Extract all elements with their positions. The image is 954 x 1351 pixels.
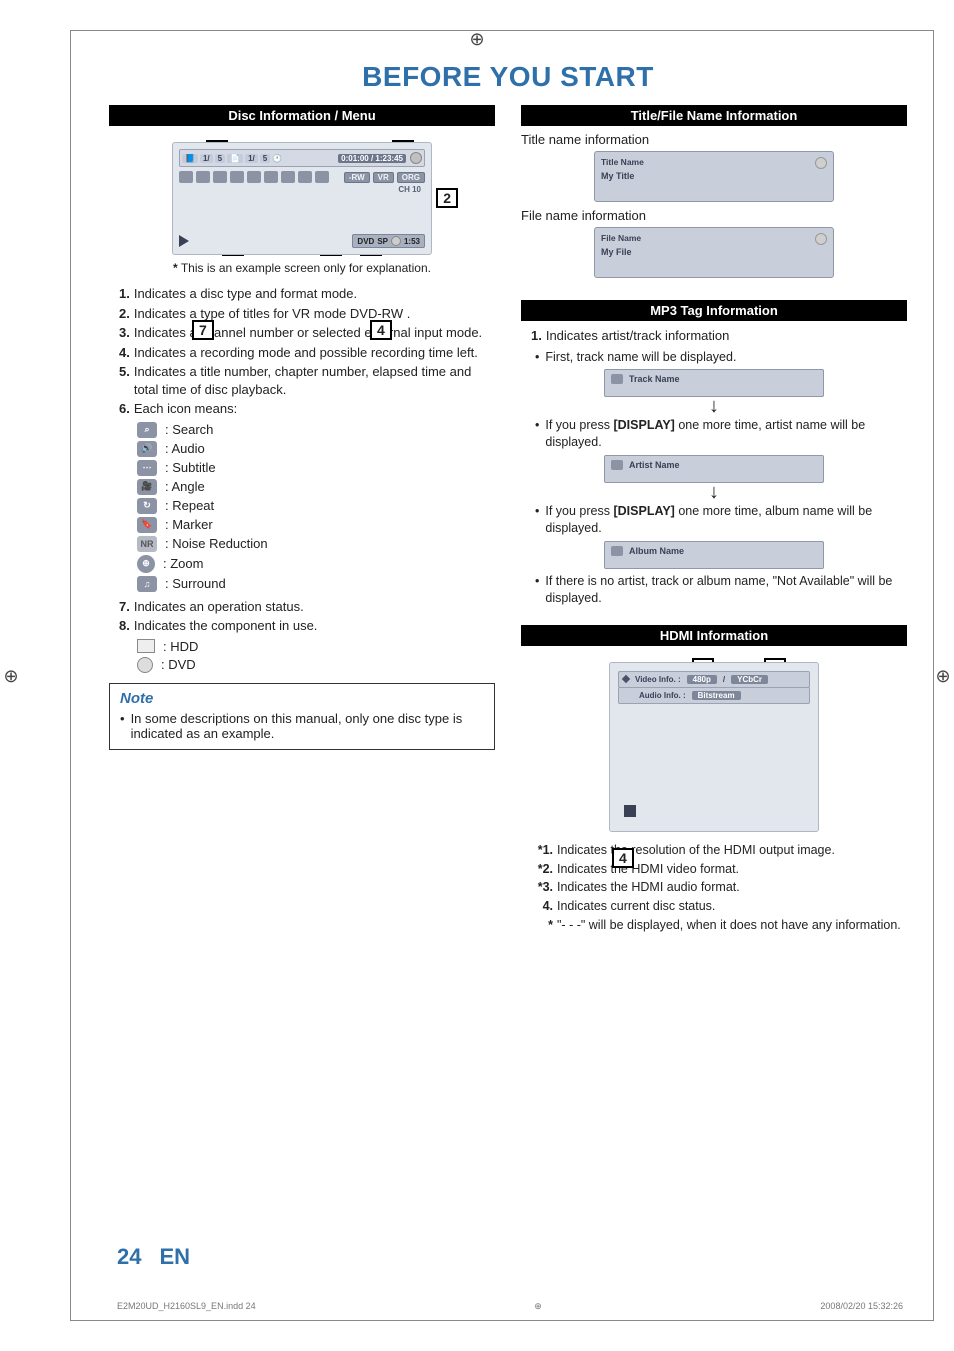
li-5: Indicates a title number, chapter number… [134, 363, 495, 398]
osd-title-row: 📘 1/ 5 📄 1/ 5 🕐 0:01:00 / 1:23:45 [179, 149, 425, 167]
li-8: Indicates the component in use. [134, 617, 318, 635]
zoom-icon: ⊕ [137, 555, 155, 573]
chip-org: ORG [397, 172, 425, 183]
disc-icon [815, 157, 827, 169]
hdmi-li-star: "- - -" will be displayed, when it does … [557, 917, 901, 934]
osd-caption: * This is an example screen only for exp… [109, 261, 495, 275]
subtitle-icon: ⋯ [137, 460, 157, 476]
mp3-li-1: Indicates artist/track information [546, 327, 730, 345]
section-hdmi: HDMI Information [660, 628, 768, 643]
page-footer: 24 EN [71, 1244, 933, 1270]
footer-file: E2M20UD_H2160SL9_EN.indd 24 [117, 1301, 256, 1312]
hdmi-video-row: Video Info. : 480p / YCbCr [618, 671, 810, 688]
section-disc-info: Disc Information / Menu [228, 108, 375, 123]
repeat-icon: ↻ [137, 498, 157, 514]
artist-name-panel: Artist Name [604, 455, 824, 483]
icon-legend: ⌕: Search 🔊: Audio ⋯: Subtitle 🎥: Angle … [137, 422, 495, 592]
registration-mark-right: ⊕ [934, 667, 952, 685]
osd-time: 0:01:00 / 1:23:45 [338, 154, 406, 163]
hdmi-li-3: Indicates the HDMI audio format. [557, 879, 740, 896]
hdmi-panel: Video Info. : 480p / YCbCr Audio Info. :… [609, 662, 819, 832]
down-arrow-icon: ↓ [521, 485, 907, 499]
chip-rw: -RW [344, 172, 370, 183]
mp3-first: First, track name will be displayed. [535, 349, 907, 366]
print-footer: E2M20UD_H2160SL9_EN.indd 24 ⊕ 2008/02/20… [117, 1301, 903, 1312]
li-1: Indicates a disc type and format mode. [134, 285, 357, 303]
footer-timestamp: 2008/02/20 15:32:26 [820, 1301, 903, 1312]
artist-icon [611, 460, 623, 470]
track-name-panel: Track Name [604, 369, 824, 397]
disc-icon [410, 152, 422, 164]
li-4: Indicates a recording mode and possible … [134, 344, 478, 362]
track-icon [611, 374, 623, 384]
hdmi-audio-row: Audio Info. : Bitstream [618, 687, 810, 704]
section-mp3: MP3 Tag Information [650, 303, 778, 318]
section-title-file: Title/File Name Information [631, 108, 798, 123]
rec-chip: DVD SP 1:53 [352, 234, 425, 248]
registration-mark-left: ⊕ [2, 667, 20, 685]
surround-icon: ♫ [137, 576, 157, 592]
hdd-icon [137, 639, 155, 653]
stop-icon [624, 805, 636, 817]
callout-2: 2 [436, 188, 458, 208]
hdmi-list: *1.Indicates the resolution of the HDMI … [529, 842, 907, 934]
chip-vr: VR [373, 172, 394, 183]
hdmi-li-4: Indicates current disc status. [557, 898, 715, 915]
disc-info-list-2: 7.Indicates an operation status. 8.Indic… [119, 598, 495, 635]
file-name-panel: File Name My File [594, 227, 834, 278]
hdmi-callout-4: 4 [612, 848, 634, 868]
osd-icon-row: -RW VR ORG [179, 171, 425, 183]
hdmi-li-1: Indicates the resolution of the HDMI out… [557, 842, 835, 859]
album-name-panel: Album Name [604, 541, 824, 569]
column-right: Title/File Name Information Title name i… [521, 105, 907, 936]
component-legend: : HDD : DVD [137, 639, 495, 673]
marker-icon: 🔖 [137, 517, 157, 533]
li-2: Indicates a type of titles for VR mode D… [134, 305, 410, 323]
callout-4: 4 [370, 320, 392, 340]
li-7: Indicates an operation status. [134, 598, 304, 616]
column-left: Disc Information / Menu 5 8 2 6 1 3 7 4 … [109, 105, 495, 936]
nr-icon: NR [137, 536, 157, 552]
play-icon [179, 235, 189, 247]
mp3-press-2: If you press [DISPLAY] one more time, al… [535, 503, 907, 537]
li-3: Indicates a channel number or selected e… [134, 324, 482, 342]
note-title: Note [120, 690, 484, 707]
note-item: In some descriptions on this manual, onl… [131, 711, 484, 741]
mp3-list: 1.Indicates artist/track information [531, 327, 907, 345]
angle-icon: 🎥 [137, 479, 157, 495]
mp3-press-1: If you press [DISPLAY] one more time, ar… [535, 417, 907, 451]
page-number: 24 [117, 1244, 141, 1270]
osd-title-num: 1/ [200, 154, 213, 163]
li-6: Each icon means: [134, 400, 237, 418]
rec-disc-icon [391, 236, 401, 246]
osd-title-total: 5 [215, 154, 225, 163]
osd-channel: CH 10 [179, 185, 425, 194]
disc-info-list: 1.Indicates a disc type and format mode.… [119, 285, 495, 418]
osd-status-row: DVD SP 1:53 [179, 234, 425, 248]
dvd-icon [137, 657, 153, 673]
page-lang: EN [159, 1244, 190, 1270]
audio-icon: 🔊 [137, 441, 157, 457]
album-icon [611, 546, 623, 556]
mp3-none: If there is no artist, track or album na… [535, 573, 907, 607]
osd-chap-total: 5 [260, 154, 270, 163]
subhead-title-name: Title name information [521, 132, 907, 147]
subhead-file-name: File name information [521, 208, 907, 223]
hdmi-li-2: Indicates the HDMI video format. [557, 861, 739, 878]
page-frame: BEFORE YOU START Disc Information / Menu… [70, 30, 934, 1321]
page-title: BEFORE YOU START [109, 61, 907, 93]
disc-icon [815, 233, 827, 245]
search-icon: ⌕ [137, 422, 157, 438]
callout-7: 7 [192, 320, 214, 340]
osd-chap-num: 1/ [245, 154, 258, 163]
osd-example: 📘 1/ 5 📄 1/ 5 🕐 0:01:00 / 1:23:45 [172, 142, 432, 255]
note-box: Note In some descriptions on this manual… [109, 683, 495, 750]
down-arrow-icon: ↓ [521, 399, 907, 413]
title-name-panel: Title Name My Title [594, 151, 834, 202]
